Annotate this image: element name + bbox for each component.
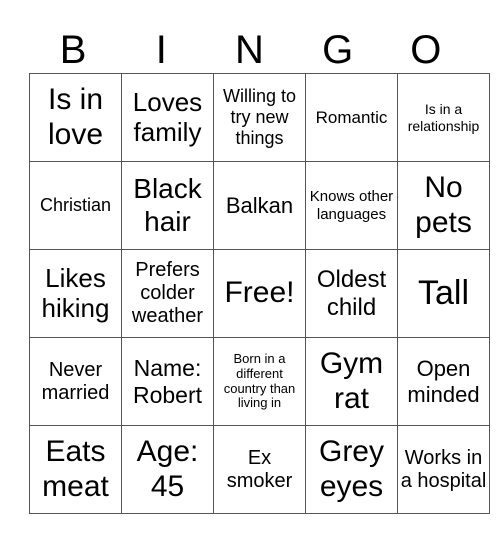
bingo-cell[interactable]: Born in a different country than living …: [213, 337, 306, 426]
bingo-cell[interactable]: Balkan: [213, 161, 306, 250]
bingo-header: B I N G O: [29, 26, 470, 74]
bingo-cell[interactable]: Prefers colder weather: [121, 249, 214, 338]
bingo-cell[interactable]: Romantic: [305, 73, 398, 162]
bingo-cell[interactable]: Ex smoker: [213, 425, 306, 514]
bingo-cell[interactable]: Never married: [29, 337, 122, 426]
bingo-cell[interactable]: Gym rat: [305, 337, 398, 426]
grid-row: Never married Name: Robert Born in a dif…: [29, 337, 490, 426]
bingo-cell[interactable]: Eats meat: [29, 425, 122, 514]
bingo-cell[interactable]: Grey eyes: [305, 425, 398, 514]
bingo-cell[interactable]: No pets: [397, 161, 490, 250]
bingo-cell[interactable]: Loves family: [121, 73, 214, 162]
bingo-cell[interactable]: Tall: [397, 249, 490, 338]
grid-row: Likes hiking Prefers colder weather Free…: [29, 249, 490, 338]
bingo-cell[interactable]: Open minded: [397, 337, 490, 426]
header-letter-i: I: [155, 28, 167, 72]
grid-row: Christian Black hair Balkan Knows other …: [29, 161, 490, 250]
header-letter-g: G: [322, 28, 354, 72]
grid-row: Is in love Loves family Willing to try n…: [29, 73, 490, 162]
bingo-grid: Is in love Loves family Willing to try n…: [29, 73, 490, 514]
grid-row: Eats meat Age: 45 Ex smoker Grey eyes Wo…: [29, 425, 490, 514]
bingo-cell[interactable]: Is in a relationship: [397, 73, 490, 162]
header-letter-o: O: [410, 28, 442, 72]
bingo-cell[interactable]: Age: 45: [121, 425, 214, 514]
bingo-cell[interactable]: Knows other languages: [305, 161, 398, 250]
bingo-cell[interactable]: Black hair: [121, 161, 214, 250]
bingo-cell[interactable]: Likes hiking: [29, 249, 122, 338]
bingo-cell[interactable]: Christian: [29, 161, 122, 250]
bingo-cell[interactable]: Oldest child: [305, 249, 398, 338]
free-cell[interactable]: Free!: [213, 249, 306, 338]
bingo-cell[interactable]: Is in love: [29, 73, 122, 162]
bingo-cell[interactable]: Name: Robert: [121, 337, 214, 426]
header-letter-b: B: [59, 28, 87, 72]
bingo-cell[interactable]: Willing to try new things: [213, 73, 306, 162]
header-letter-n: N: [235, 28, 264, 72]
bingo-cell[interactable]: Works in a hospital: [397, 425, 490, 514]
